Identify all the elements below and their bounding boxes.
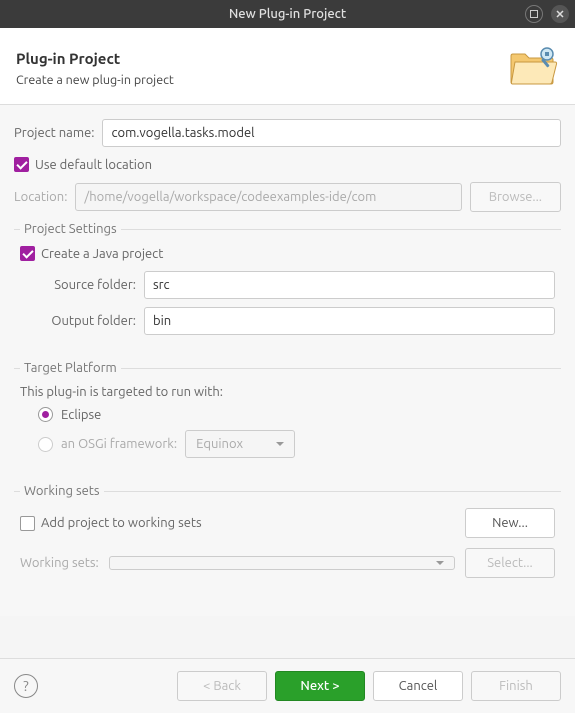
close-button[interactable] — [551, 5, 569, 23]
source-folder-input[interactable] — [144, 271, 555, 299]
add-working-set-checkbox[interactable] — [20, 516, 35, 531]
working-sets-legend: Working sets — [20, 484, 104, 498]
source-folder-row: Source folder: — [38, 271, 555, 299]
select-working-set-button: Select... — [465, 548, 555, 578]
output-folder-label: Output folder: — [38, 314, 136, 328]
back-button: < Back — [177, 671, 267, 701]
wizard-footer: ? < Back Next > Cancel Finish — [0, 658, 575, 713]
create-java-label: Create a Java project — [41, 247, 163, 261]
help-icon[interactable]: ? — [14, 674, 38, 698]
project-settings-fieldset: Project Settings Create a Java project S… — [14, 222, 561, 349]
project-name-input[interactable] — [102, 119, 561, 147]
eclipse-radio-label: Eclipse — [61, 408, 101, 422]
working-sets-select-row: Working sets: Select... — [20, 548, 555, 578]
target-intro: This plug-in is targeted to run with: — [20, 385, 555, 399]
page-subtitle: Create a new plug-in project — [16, 73, 174, 87]
osgi-radio[interactable] — [38, 437, 53, 452]
target-platform-legend: Target Platform — [20, 361, 121, 375]
window-controls — [525, 5, 569, 23]
cancel-button[interactable]: Cancel — [373, 671, 463, 701]
target-platform-fieldset: Target Platform This plug-in is targeted… — [14, 361, 561, 472]
create-java-row: Create a Java project — [20, 246, 555, 261]
eclipse-radio[interactable] — [38, 407, 53, 422]
output-folder-row: Output folder: — [38, 307, 555, 335]
location-label: Location: — [14, 190, 67, 204]
osgi-radio-row: an OSGi framework: Equinox — [38, 430, 555, 458]
wizard-folder-icon — [507, 42, 559, 94]
add-working-set-label: Add project to working sets — [41, 516, 202, 530]
project-settings-legend: Project Settings — [20, 222, 121, 236]
osgi-radio-label: an OSGi framework: — [61, 437, 177, 451]
project-name-row: Project name: — [14, 119, 561, 147]
working-sets-select — [109, 556, 455, 570]
working-sets-fieldset: Working sets Add project to working sets… — [14, 484, 561, 594]
source-folder-label: Source folder: — [38, 278, 136, 292]
wizard-content: Project name: Use default location Locat… — [0, 105, 575, 616]
window-title: New Plug-in Project — [229, 7, 346, 21]
next-button[interactable]: Next > — [275, 671, 365, 701]
default-location-checkbox[interactable] — [14, 157, 29, 172]
location-input — [75, 183, 461, 211]
finish-button: Finish — [471, 671, 561, 701]
wizard-header: Plug-in Project Create a new plug-in pro… — [0, 28, 575, 105]
browse-button: Browse... — [470, 182, 561, 212]
maximize-button[interactable] — [525, 5, 543, 23]
osgi-select: Equinox — [185, 430, 295, 458]
add-working-set-row: Add project to working sets New... — [20, 508, 555, 538]
create-java-checkbox[interactable] — [20, 246, 35, 261]
titlebar: New Plug-in Project — [0, 0, 575, 28]
project-name-label: Project name: — [14, 126, 94, 140]
location-row: Location: Browse... — [14, 182, 561, 212]
default-location-label: Use default location — [35, 158, 152, 172]
page-title: Plug-in Project — [16, 50, 174, 67]
output-folder-input[interactable] — [144, 307, 555, 335]
default-location-row: Use default location — [14, 157, 561, 172]
eclipse-radio-row: Eclipse — [38, 407, 555, 422]
working-sets-label: Working sets: — [20, 556, 99, 570]
new-working-set-button[interactable]: New... — [465, 508, 555, 538]
